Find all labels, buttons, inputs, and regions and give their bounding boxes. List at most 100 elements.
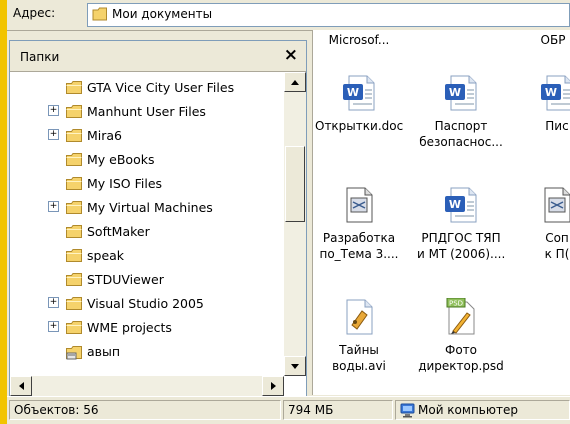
address-bar: Адрес: Мои документы	[7, 0, 570, 31]
folder-tree-item-label: SoftMaker	[87, 223, 150, 239]
explorer-window: Адрес: Мои документы Папки × GTA Vice Ci…	[7, 0, 570, 424]
file-item-label: РПДГОС ТЯП и МТ (2006)....	[417, 231, 506, 261]
folder-icon	[66, 152, 82, 166]
file-item-label: Microsof...	[328, 33, 390, 47]
address-value: Мои документы	[112, 7, 213, 21]
folder-tree-item-label: WME projects	[87, 319, 172, 335]
folder-icon	[66, 200, 82, 214]
expand-plus-icon[interactable]: +	[48, 321, 59, 332]
scroll-down-button[interactable]	[284, 356, 306, 376]
word-doc-icon: W	[443, 74, 479, 112]
file-item-label: Паспорт безопаснос...	[419, 119, 503, 149]
folder-icon	[66, 248, 82, 262]
folder-tree-item-label: Manhunt User Files	[87, 103, 206, 119]
file-item-partial[interactable]: ОБР	[509, 32, 570, 48]
folder-tree-item-label: Visual Studio 2005	[87, 295, 204, 311]
word-doc-icon: W	[341, 74, 377, 112]
folder-tree: GTA Vice City User Files + Manhunt User Fi…	[10, 72, 284, 376]
status-size: 794 МБ	[283, 400, 393, 420]
svg-text:W: W	[347, 86, 359, 99]
file-item-label: Открытки.doc	[315, 119, 404, 133]
status-bar: Объектов: 56 794 МБ Мой компьютер	[7, 396, 570, 424]
close-icon[interactable]: ×	[284, 45, 298, 65]
folder-tree-item[interactable]: STDUViewer	[66, 268, 164, 290]
word-doc-icon: W	[539, 74, 570, 112]
folder-tree-item[interactable]: SoftMaker	[66, 220, 150, 242]
file-item[interactable]: Соп к П(	[513, 186, 570, 262]
file-item-partial[interactable]: Microsof...	[315, 32, 403, 48]
folder-icon	[66, 104, 82, 118]
file-item[interactable]: PSD Фото директор.psd	[417, 297, 505, 374]
folder-icon	[66, 296, 82, 310]
folder-tree-item-label: GTA Vice City User Files	[87, 79, 235, 95]
folder-icon	[66, 176, 82, 190]
status-location: Мой компьютер	[395, 400, 570, 420]
file-item-label: Фото директор.psd	[418, 343, 504, 373]
svg-text:PSD: PSD	[449, 300, 463, 308]
computer-icon	[400, 403, 415, 418]
folder-tree-item[interactable]: My eBooks	[66, 148, 154, 170]
status-object-count: Объектов: 56	[9, 400, 281, 420]
folder-tree-item[interactable]: My ISO Files	[66, 172, 162, 194]
folder-tree-item-label: My ISO Files	[87, 175, 163, 191]
file-item[interactable]: W Паспорт безопаснос...	[417, 74, 505, 150]
word-doc-icon: W	[443, 186, 479, 224]
svg-text:W: W	[449, 198, 461, 211]
expand-plus-icon[interactable]: +	[48, 297, 59, 308]
folders-pane: Папки × GTA Vice City User Files + Manhunt…	[9, 40, 307, 397]
file-item-label: Разработка по_Тема 3....	[319, 231, 399, 261]
folder-tree-item-label: My eBooks	[87, 151, 155, 167]
file-item[interactable]: Тайны воды.avi	[315, 298, 403, 374]
arrow-left-icon	[18, 382, 24, 390]
video-file-icon	[341, 298, 377, 336]
folder-tree-item[interactable]: авып	[66, 340, 120, 362]
folder-tree-item-label: Mira6	[87, 127, 123, 143]
folder-tree-item[interactable]: + WME projects	[48, 316, 172, 338]
scroll-up-button[interactable]	[284, 72, 306, 92]
file-item-label: Тайны воды.avi	[332, 343, 386, 373]
arrow-down-icon	[291, 363, 299, 369]
file-item[interactable]: W Открытки.doc	[315, 74, 403, 134]
file-item-label: ОБР	[540, 33, 566, 47]
document-icon	[341, 186, 377, 224]
folder-tree-item-label: My Virtual Machines	[87, 199, 213, 215]
address-label: Адрес:	[13, 6, 56, 20]
vertical-scroll-thumb[interactable]	[285, 146, 305, 222]
file-item[interactable]: W Пис	[513, 74, 570, 134]
horizontal-scrollbar[interactable]	[10, 376, 284, 396]
document-icon	[539, 186, 570, 224]
scroll-left-button[interactable]	[10, 376, 32, 396]
file-item-label: Соп к П(	[544, 231, 570, 261]
folder-icon	[92, 7, 107, 21]
folder-tree-item[interactable]: speak	[66, 244, 124, 266]
folder-icon	[66, 128, 82, 142]
folder-icon	[66, 272, 82, 286]
file-list-view: Microsof... ОБР W Открытки.doc W Паспорт бе…	[312, 30, 570, 395]
status-location-label: Мой компьютер	[418, 403, 518, 417]
folder-tree-item[interactable]: + Visual Studio 2005	[48, 292, 204, 314]
arrow-up-icon	[291, 79, 299, 85]
scroll-right-button[interactable]	[262, 376, 284, 396]
folder-tree-item[interactable]: GTA Vice City User Files	[66, 76, 234, 98]
folders-pane-title: Папки	[20, 50, 60, 64]
svg-text:W: W	[545, 86, 557, 99]
folder-tree-item[interactable]: + Manhunt User Files	[48, 100, 206, 122]
expand-plus-icon[interactable]: +	[48, 129, 59, 140]
address-field[interactable]: Мои документы	[87, 3, 570, 27]
file-item-label: Пис	[545, 119, 569, 133]
expand-plus-icon[interactable]: +	[48, 201, 59, 212]
folder-icon	[66, 320, 82, 334]
folder-tree-item[interactable]: + My Virtual Machines	[48, 196, 213, 218]
folder-icon	[66, 345, 82, 359]
arrow-right-icon	[270, 382, 276, 390]
psd-file-icon: PSD	[443, 297, 479, 336]
folder-tree-item-label: авып	[87, 343, 121, 359]
expand-plus-icon[interactable]: +	[48, 105, 59, 116]
file-item[interactable]: Разработка по_Тема 3....	[315, 186, 403, 262]
folder-icon	[66, 224, 82, 238]
folder-tree-item[interactable]: + Mira6	[48, 124, 123, 146]
file-item[interactable]: W РПДГОС ТЯП и МТ (2006)....	[417, 186, 505, 262]
vertical-scrollbar[interactable]	[284, 72, 306, 376]
svg-text:W: W	[449, 86, 461, 99]
folder-icon	[66, 80, 82, 94]
